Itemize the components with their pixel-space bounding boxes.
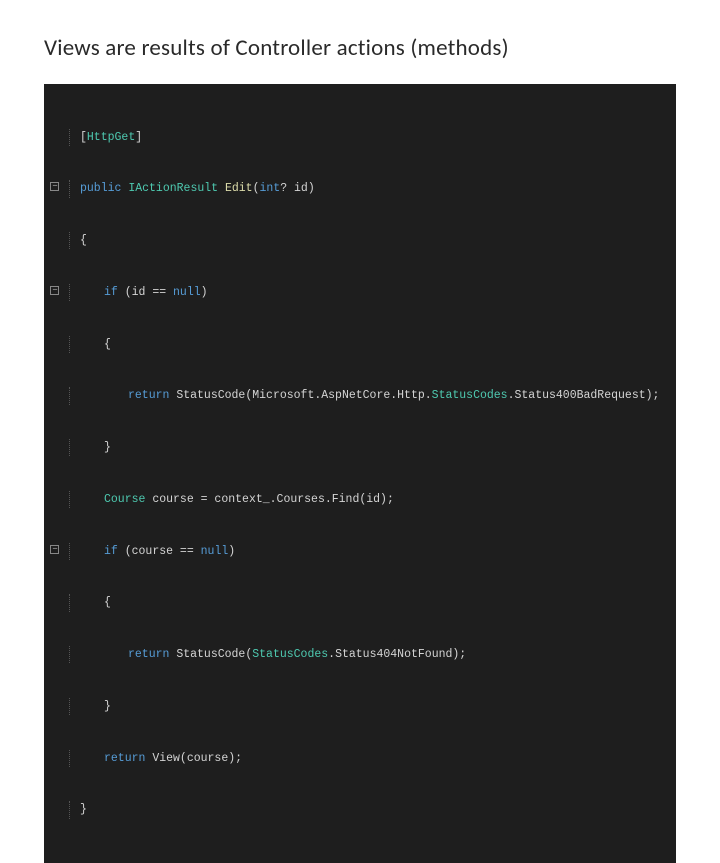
gutter <box>48 491 70 508</box>
code-text: } <box>80 439 672 456</box>
code-line: return StatusCode(StatusCodes.Status404N… <box>48 646 672 663</box>
code-text: if (course == null) <box>80 543 672 560</box>
code-text: public IActionResult Edit(int? id) <box>80 180 672 197</box>
gutter <box>48 180 70 197</box>
gutter <box>48 594 70 611</box>
code-text: return View(course); <box>80 750 672 767</box>
gutter <box>48 543 70 560</box>
slide: Views are results of Controller actions … <box>0 0 720 863</box>
code-text: if (id == null) <box>80 284 672 301</box>
gutter <box>48 387 70 404</box>
code-line: } <box>48 801 672 818</box>
code-text: return StatusCode(Microsoft.AspNetCore.H… <box>80 387 672 404</box>
collapse-icon <box>50 545 59 554</box>
code-line: if (course == null) <box>48 543 672 560</box>
gutter <box>48 232 70 249</box>
code-text: [HttpGet] <box>80 129 672 146</box>
code-text: return StatusCode(StatusCodes.Status404N… <box>80 646 672 663</box>
code-block: [HttpGet] public IActionResult Edit(int?… <box>44 84 676 863</box>
code-text: } <box>80 698 672 715</box>
gutter <box>48 129 70 146</box>
code-text: { <box>80 232 672 249</box>
gutter <box>48 439 70 456</box>
code-line: } <box>48 698 672 715</box>
gutter <box>48 801 70 818</box>
code-text: } <box>80 801 672 818</box>
code-line: { <box>48 336 672 353</box>
code-line: { <box>48 594 672 611</box>
code-text: Course course = context_.Courses.Find(id… <box>80 491 672 508</box>
code-line: return StatusCode(Microsoft.AspNetCore.H… <box>48 387 672 404</box>
code-line: public IActionResult Edit(int? id) <box>48 180 672 197</box>
code-text: { <box>80 336 672 353</box>
gutter <box>48 284 70 301</box>
collapse-icon <box>50 182 59 191</box>
gutter <box>48 750 70 767</box>
code-line: return View(course); <box>48 750 672 767</box>
gutter <box>48 336 70 353</box>
gutter <box>48 646 70 663</box>
slide-title: Views are results of Controller actions … <box>44 34 676 62</box>
code-line: Course course = context_.Courses.Find(id… <box>48 491 672 508</box>
code-line: if (id == null) <box>48 284 672 301</box>
code-line: [HttpGet] <box>48 129 672 146</box>
gutter <box>48 698 70 715</box>
collapse-icon <box>50 286 59 295</box>
code-line: { <box>48 232 672 249</box>
code-line: } <box>48 439 672 456</box>
code-text: { <box>80 594 672 611</box>
